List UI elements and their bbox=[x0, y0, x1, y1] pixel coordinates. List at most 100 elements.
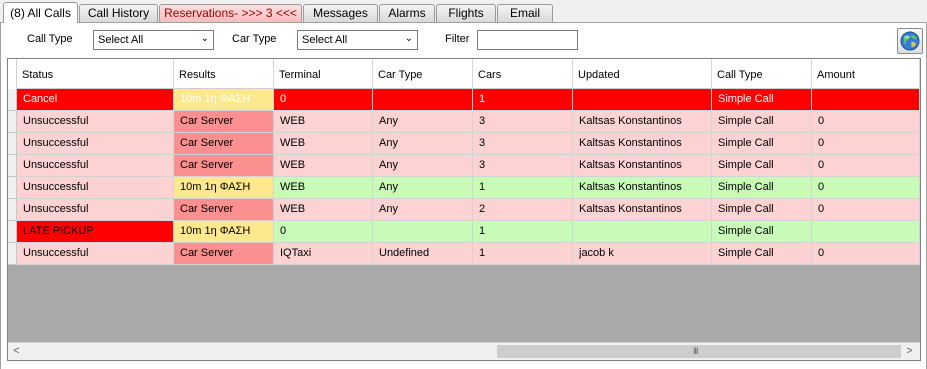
cell-car-type: Any bbox=[373, 111, 473, 133]
call-type-select-value: Select All bbox=[98, 34, 144, 46]
cell-results: Car Server bbox=[174, 111, 274, 133]
column-header-updated[interactable]: Updated bbox=[573, 59, 712, 88]
table-row[interactable]: Unsuccessful Car Server IQTaxi Undefined… bbox=[8, 243, 920, 265]
cell-terminal: WEB bbox=[274, 199, 373, 221]
row-header[interactable] bbox=[8, 111, 17, 133]
tab-call-history[interactable]: Call History bbox=[79, 4, 158, 22]
cell-call-type: Simple Call bbox=[712, 177, 812, 199]
cell-amount: 0 bbox=[812, 155, 920, 177]
cell-terminal: WEB bbox=[274, 177, 373, 199]
cell-terminal: 0 bbox=[274, 221, 373, 243]
table-row[interactable]: Unsuccessful Car Server WEB Any 3 Kaltsa… bbox=[8, 155, 920, 177]
tab-flights[interactable]: Flights bbox=[436, 4, 496, 22]
cell-results: 10m 1η ΦΑΣΗ bbox=[174, 177, 274, 199]
row-header[interactable] bbox=[8, 177, 17, 199]
filter-label: Filter bbox=[445, 33, 470, 45]
column-header-results[interactable]: Results bbox=[174, 59, 274, 88]
cell-amount: 0 bbox=[812, 199, 920, 221]
cell-amount: 0 bbox=[812, 243, 920, 265]
cell-status: Unsuccessful bbox=[17, 177, 174, 199]
cell-cars: 1 bbox=[473, 243, 573, 265]
table-row[interactable]: Cancel 10m 1η ΦΑΣΗ 0 1 Simple Call bbox=[8, 89, 920, 111]
row-header[interactable] bbox=[8, 89, 17, 111]
cell-updated: Kaltsas Konstantinos bbox=[573, 111, 712, 133]
grid-header: Status Results Terminal Car Type Cars Up… bbox=[17, 59, 920, 89]
cell-car-type: Any bbox=[373, 199, 473, 221]
cell-call-type: Simple Call bbox=[712, 155, 812, 177]
cell-car-type bbox=[373, 89, 473, 111]
filter-input[interactable] bbox=[477, 30, 578, 50]
cell-results: 10m 1η ΦΑΣΗ bbox=[174, 89, 274, 111]
column-header-cars[interactable]: Cars bbox=[473, 59, 573, 88]
cell-updated: Kaltsas Konstantinos bbox=[573, 155, 712, 177]
cell-cars: 1 bbox=[473, 221, 573, 243]
cell-updated bbox=[573, 221, 712, 243]
car-type-select-value: Select All bbox=[302, 34, 348, 46]
scroll-right-button[interactable]: > bbox=[901, 343, 918, 360]
chevron-down-icon: ⌄ bbox=[404, 33, 413, 44]
tab-strip: (8) All Calls Call History Reservations-… bbox=[0, 0, 927, 24]
cell-car-type: Undefined bbox=[373, 243, 473, 265]
cell-results: 10m 1η ΦΑΣΗ bbox=[174, 221, 274, 243]
cell-status: Unsuccessful bbox=[17, 243, 174, 265]
call-type-select[interactable]: Select All ⌄ bbox=[93, 30, 214, 50]
cell-cars: 1 bbox=[473, 89, 573, 111]
cell-call-type: Simple Call bbox=[712, 89, 812, 111]
row-header[interactable] bbox=[8, 199, 17, 221]
chevron-down-icon: ⌄ bbox=[200, 33, 209, 44]
cell-results: Car Server bbox=[174, 199, 274, 221]
cell-terminal: WEB bbox=[274, 133, 373, 155]
car-type-label: Car Type bbox=[232, 33, 277, 45]
cell-car-type: Any bbox=[373, 155, 473, 177]
table-row[interactable]: Unsuccessful Car Server WEB Any 3 Kaltsa… bbox=[8, 133, 920, 155]
tab-all-calls[interactable]: (8) All Calls bbox=[3, 2, 78, 23]
cell-amount: 0 bbox=[812, 177, 920, 199]
tab-messages[interactable]: Messages bbox=[303, 4, 378, 22]
cell-terminal: WEB bbox=[274, 111, 373, 133]
all-calls-panel: Call Type Select All ⌄ Car Type Select A… bbox=[0, 23, 927, 369]
cell-amount bbox=[812, 89, 920, 111]
cell-car-type: Any bbox=[373, 133, 473, 155]
tab-reservations[interactable]: Reservations- >>> 3 <<< bbox=[159, 4, 302, 22]
row-header[interactable] bbox=[8, 133, 17, 155]
cell-amount bbox=[812, 221, 920, 243]
cell-cars: 1 bbox=[473, 177, 573, 199]
cell-updated: Kaltsas Konstantinos bbox=[573, 199, 712, 221]
car-type-select[interactable]: Select All ⌄ bbox=[297, 30, 418, 50]
cell-status: Unsuccessful bbox=[17, 133, 174, 155]
tab-email[interactable]: Email bbox=[497, 4, 553, 22]
row-header[interactable] bbox=[8, 221, 17, 243]
globe-button[interactable] bbox=[897, 28, 923, 54]
table-row[interactable]: Unsuccessful Car Server WEB Any 2 Kaltsa… bbox=[8, 199, 920, 221]
cell-cars: 2 bbox=[473, 199, 573, 221]
column-header-car-type[interactable]: Car Type bbox=[373, 59, 473, 88]
cell-amount: 0 bbox=[812, 111, 920, 133]
scrollbar-thumb[interactable]: III bbox=[497, 345, 901, 358]
column-header-call-type[interactable]: Call Type bbox=[712, 59, 812, 88]
cell-cars: 3 bbox=[473, 111, 573, 133]
cell-updated: jacob k bbox=[573, 243, 712, 265]
column-header-status[interactable]: Status bbox=[17, 59, 174, 88]
cell-status: Unsuccessful bbox=[17, 199, 174, 221]
cell-call-type: Simple Call bbox=[712, 111, 812, 133]
cell-amount: 0 bbox=[812, 133, 920, 155]
cell-terminal: IQTaxi bbox=[274, 243, 373, 265]
row-header[interactable] bbox=[8, 243, 17, 265]
cell-status: Unsuccessful bbox=[17, 111, 174, 133]
horizontal-scrollbar[interactable]: < III > bbox=[8, 342, 920, 360]
grid-corner bbox=[8, 59, 17, 89]
tab-alarms[interactable]: Alarms bbox=[379, 4, 435, 22]
table-row[interactable]: Unsuccessful Car Server WEB Any 3 Kaltsa… bbox=[8, 111, 920, 133]
column-header-terminal[interactable]: Terminal bbox=[274, 59, 373, 88]
cell-results: Car Server bbox=[174, 243, 274, 265]
table-row[interactable]: LATE PICKUP 10m 1η ΦΑΣΗ 0 1 Simple Call bbox=[8, 221, 920, 243]
cell-terminal: WEB bbox=[274, 155, 373, 177]
scroll-left-button[interactable]: < bbox=[8, 343, 25, 360]
cell-cars: 3 bbox=[473, 155, 573, 177]
cell-updated: Kaltsas Konstantinos bbox=[573, 177, 712, 199]
column-header-amount[interactable]: Amount bbox=[812, 59, 920, 88]
cell-call-type: Simple Call bbox=[712, 133, 812, 155]
cell-status: LATE PICKUP bbox=[17, 221, 174, 243]
table-row[interactable]: Unsuccessful 10m 1η ΦΑΣΗ WEB Any 1 Kalts… bbox=[8, 177, 920, 199]
row-header[interactable] bbox=[8, 155, 17, 177]
